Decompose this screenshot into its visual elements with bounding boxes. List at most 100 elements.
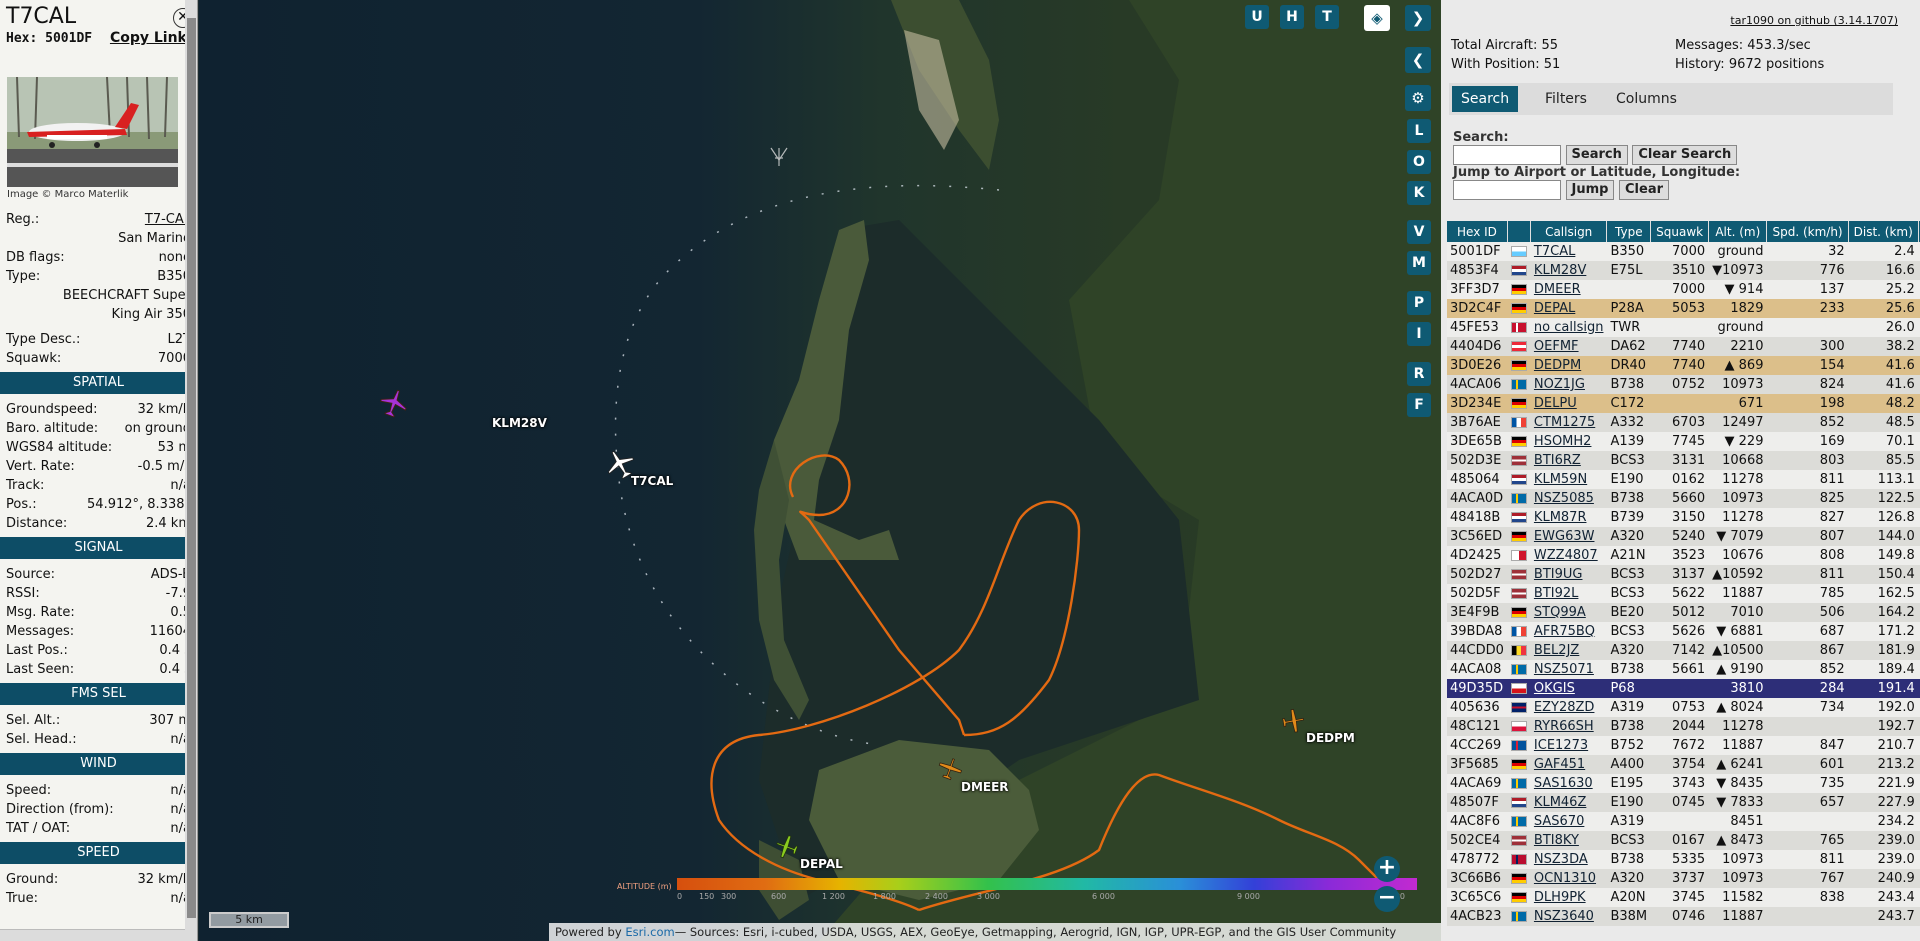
cell-callsign[interactable]: SAS670 <box>1530 812 1607 831</box>
table-row[interactable]: 4ACA08NSZ5071B7385661▲ 9190852189.4-7 <box>1447 660 1920 679</box>
table-row[interactable]: 3B76AECTM1275A33267031249785248.5-6 <box>1447 413 1920 432</box>
table-row[interactable]: 4853F4KLM28VE75L3510▼1097377616.6-4 <box>1447 261 1920 280</box>
clear-search-button[interactable]: Clear Search <box>1632 145 1738 165</box>
cell-callsign[interactable]: DEDPM <box>1530 356 1607 375</box>
cell-callsign[interactable]: SAS1630 <box>1530 774 1607 793</box>
cell-callsign[interactable]: T7CAL <box>1530 242 1607 261</box>
cell-callsign[interactable]: BTI6RZ <box>1530 451 1607 470</box>
cell-callsign[interactable]: OEFMF <box>1530 337 1607 356</box>
col-type[interactable]: Type <box>1606 221 1652 242</box>
cell-callsign[interactable]: STQ99A <box>1530 603 1607 622</box>
cell-callsign[interactable]: KLM87R <box>1530 508 1607 527</box>
toggle-o-button[interactable]: O <box>1407 150 1431 174</box>
col-distance[interactable]: Dist. (km) <box>1848 221 1919 242</box>
tab-columns[interactable]: Columns <box>1607 83 1686 115</box>
aircraft-icon-dedpm[interactable] <box>1280 708 1306 734</box>
cell-callsign[interactable]: NSZ3640 <box>1530 907 1607 926</box>
cell-callsign[interactable]: RYR66SH <box>1530 717 1607 736</box>
toggle-p-button[interactable]: P <box>1407 291 1431 315</box>
cell-callsign[interactable]: KLM46Z <box>1530 793 1607 812</box>
cell-callsign[interactable]: NSZ3DA <box>1530 850 1607 869</box>
search-input[interactable] <box>1453 145 1561 165</box>
github-link[interactable]: tar1090 on github (3.14.1707) <box>1730 14 1898 27</box>
table-row[interactable]: 45FE53no callsignTWRground26.0-13 <box>1447 318 1920 337</box>
cell-callsign[interactable]: AFR75BQ <box>1530 622 1607 641</box>
table-row[interactable]: 502D3EBTI6RZBCS331311066880385.5-2 <box>1447 451 1920 470</box>
table-row[interactable]: 3C56EDEWG63WA3205240▼ 7079807144.0-6 <box>1447 527 1920 546</box>
col-flag[interactable] <box>1507 221 1531 242</box>
cell-callsign[interactable]: KLM59N <box>1530 470 1607 489</box>
col-squawk[interactable]: Squawk <box>1650 221 1710 242</box>
cell-callsign[interactable]: ICE1273 <box>1530 736 1607 755</box>
col-hex[interactable]: Hex ID <box>1447 221 1508 242</box>
table-row[interactable]: 3F5685GAF451A4003754▲ 6241601213.2-9 <box>1447 755 1920 774</box>
toggle-f-button[interactable]: F <box>1407 393 1431 417</box>
cell-callsign[interactable]: GAF451 <box>1530 755 1607 774</box>
settings-gear-icon[interactable]: ⚙ <box>1405 85 1431 111</box>
layers-icon[interactable]: ◈ <box>1364 5 1390 31</box>
toggle-m-button[interactable]: M <box>1407 251 1431 275</box>
cell-callsign[interactable]: NSZ5071 <box>1530 660 1607 679</box>
jump-button[interactable]: Jump <box>1565 180 1615 200</box>
table-row[interactable]: 48C121RYR66SHB738204411278192.7-16 <box>1447 717 1920 736</box>
table-row[interactable]: 48507FKLM46ZE1900745▼ 7833657227.9-18 <box>1447 793 1920 812</box>
table-row[interactable]: 3DE65BHSOMH2A1397745▼ 22916970.1-16 <box>1447 432 1920 451</box>
col-speed[interactable]: Spd. (km/h) <box>1766 221 1849 242</box>
cell-callsign[interactable]: OKGIS <box>1530 679 1607 698</box>
chevron-left-icon[interactable]: ❮ <box>1405 47 1431 73</box>
table-row[interactable]: 502D27BTI9UGBCS33137▲10592811150.4-13 <box>1447 565 1920 584</box>
table-row[interactable]: 4ACB23NSZ3640B38M074611887243.7-18 <box>1447 907 1920 926</box>
cell-callsign[interactable]: OCN1310 <box>1530 869 1607 888</box>
table-row[interactable]: 3D0E26DEDPMDR407740▲ 86915441.6-12 <box>1447 356 1920 375</box>
table-row[interactable]: 49D35DOKGISP683810284191.4-19 <box>1447 679 1920 698</box>
toggle-k-button[interactable]: K <box>1407 181 1431 205</box>
table-row[interactable]: 478772NSZ3DAB738533510973811239.0-18 <box>1447 850 1920 869</box>
table-row[interactable]: 4D2425WZZ4807A21N352310676808149.8-9 <box>1447 546 1920 565</box>
toggle-v-button[interactable]: V <box>1407 220 1431 244</box>
cell-callsign[interactable]: EZY28ZD <box>1530 698 1607 717</box>
tab-search[interactable]: Search <box>1449 83 1522 115</box>
col-altitude[interactable]: Alt. (m) <box>1708 221 1768 242</box>
clear-button[interactable]: Clear <box>1619 180 1670 200</box>
table-row[interactable]: 39BDA8AFR75BQBCS35626▼ 6881687171.2-9 <box>1447 622 1920 641</box>
chevron-right-icon[interactable]: ❯ <box>1405 5 1431 31</box>
cell-callsign[interactable]: NOZ1JG <box>1530 375 1607 394</box>
table-row[interactable]: 3D2C4FDEPALP28A5053182923325.6-2 <box>1447 299 1920 318</box>
cell-callsign[interactable]: BTI9UG <box>1530 565 1607 584</box>
scroll-thumb[interactable] <box>187 18 196 918</box>
cell-callsign[interactable]: DELPU <box>1530 394 1607 413</box>
table-row[interactable]: 44CDD0BEL2JZA3207142▲10500867181.9-13 <box>1447 641 1920 660</box>
table-row[interactable]: 3FF3D7DMEER7000▼ 91413725.2-5 <box>1447 280 1920 299</box>
toggle-h-button[interactable]: H <box>1280 5 1304 29</box>
cell-callsign[interactable]: BEL2JZ <box>1530 641 1607 660</box>
cell-callsign[interactable]: BTI8KY <box>1530 831 1607 850</box>
table-row[interactable]: 4ACA69SAS1630E1953743▼ 8435735221.9-17 <box>1447 774 1920 793</box>
cell-callsign[interactable]: KLM28V <box>1530 261 1607 280</box>
search-button[interactable]: Search <box>1565 145 1628 165</box>
table-row[interactable]: 502D5FBTI92LBCS3562211887785162.5-5 <box>1447 584 1920 603</box>
tab-filters[interactable]: Filters <box>1536 83 1596 115</box>
cell-callsign[interactable]: EWG63W <box>1530 527 1607 546</box>
toggle-r-button[interactable]: R <box>1407 362 1431 386</box>
map-view[interactable]: T7CAL KLM28V DEDPM DMEER DEPAL U H T ◈ ❯… <box>199 0 1441 941</box>
esri-link[interactable]: Esri.com <box>625 925 674 939</box>
table-row[interactable]: 4ACA0DNSZ5085B738566010973825122.5-10 <box>1447 489 1920 508</box>
table-row[interactable]: 3D234EDELPUC17267119848.2-18 <box>1447 394 1920 413</box>
col-callsign[interactable]: Callsign <box>1530 221 1608 242</box>
table-row[interactable]: 4404D6OEFMFDA627740221030038.2-4 <box>1447 337 1920 356</box>
copy-link-button[interactable]: Copy Link <box>110 30 187 46</box>
cell-callsign[interactable]: no callsign <box>1530 318 1607 337</box>
cell-callsign[interactable]: HSOMH2 <box>1530 432 1607 451</box>
table-row[interactable]: 3C65C6DLH9PKA20N374511582838243.4-17 <box>1447 888 1920 907</box>
table-row[interactable]: 485064KLM59NE190016211278811113.1-12 <box>1447 470 1920 489</box>
toggle-l-button[interactable]: L <box>1407 119 1431 143</box>
cell-callsign[interactable]: NSZ5085 <box>1530 489 1607 508</box>
zoom-out-button[interactable]: − <box>1374 886 1400 912</box>
cell-callsign[interactable]: BTI92L <box>1530 584 1607 603</box>
aircraft-icon-depal[interactable] <box>774 834 800 860</box>
table-row[interactable]: 4ACA06NOZ1JGB73807521097382441.6-2 <box>1447 375 1920 394</box>
table-row[interactable]: 5001DFT7CALB3507000ground322.4-7 <box>1447 242 1920 261</box>
table-row[interactable]: 405636EZY28ZDA3190753▲ 8024734192.0-18 <box>1447 698 1920 717</box>
aircraft-icon-klm28v[interactable] <box>379 388 409 418</box>
zoom-in-button[interactable]: + <box>1374 856 1400 882</box>
